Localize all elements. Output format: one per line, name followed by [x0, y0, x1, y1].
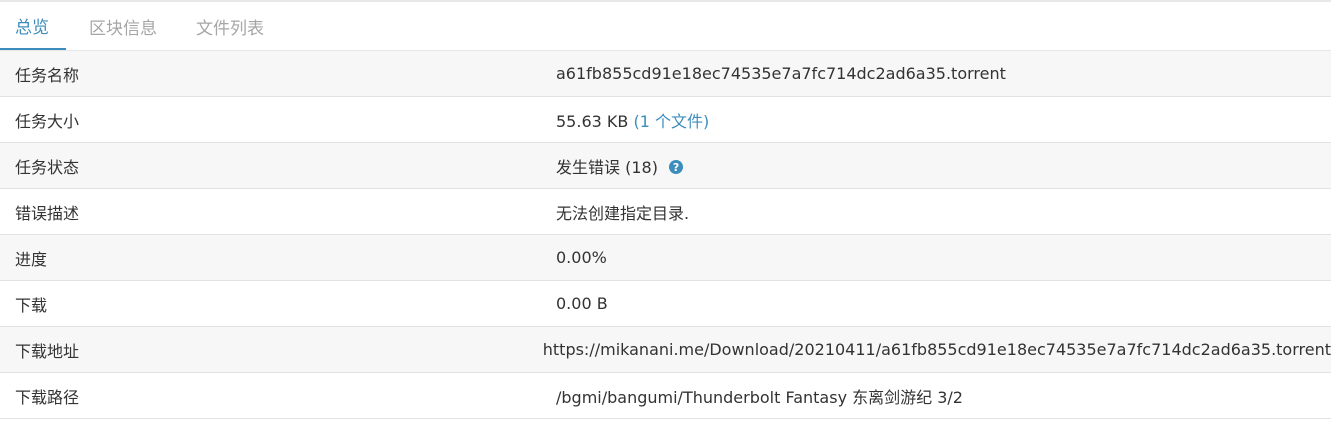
downloaded-label: 下载: [15, 295, 48, 315]
task-status-value: 发生错误 (18): [556, 157, 658, 177]
download-path-label: 下载路径: [15, 387, 80, 407]
downloaded-value: 0.00 B: [556, 294, 608, 313]
download-path-value: /bgmi/bangumi/Thunderbolt Fantasy 东离剑游纪 …: [556, 387, 963, 407]
tab-bar: 总览 区块信息 文件列表: [0, 2, 1331, 51]
task-size-value-container: 55.63 KB (1 个文件): [556, 108, 1331, 132]
row-task-size: 任务大小 55.63 KB (1 个文件): [0, 97, 1331, 143]
row-download-url: 下载地址 https://mikanani.me/Download/202104…: [0, 327, 1331, 373]
row-error-description: 错误描述 无法创建指定目录.: [0, 189, 1331, 235]
file-count-link[interactable]: (1 个文件): [633, 112, 709, 131]
task-name-value: a61fb855cd91e18ec74535e7a7fc714dc2ad6a35…: [556, 64, 1006, 83]
task-size-value: 55.63 KB: [556, 111, 629, 131]
error-description-value: 无法创建指定目录.: [556, 203, 690, 223]
task-status-label: 任务状态: [15, 157, 80, 177]
question-circle-icon[interactable]: ?: [669, 160, 684, 174]
row-progress: 进度 0.00%: [0, 235, 1331, 281]
task-status-value-container: 发生错误 (18) ?: [556, 154, 1331, 178]
task-name-label: 任务名称: [15, 65, 80, 85]
progress-value: 0.00%: [556, 248, 607, 267]
row-downloaded: 下载 0.00 B: [0, 281, 1331, 327]
row-task-status: 任务状态 发生错误 (18) ?: [0, 143, 1331, 189]
download-url-label: 下载地址: [15, 341, 80, 361]
task-details-table: 任务名称 a61fb855cd91e18ec74535e7a7fc714dc2a…: [0, 51, 1331, 419]
task-size-label: 任务大小: [15, 111, 80, 131]
tab-file-list[interactable]: 文件列表: [177, 2, 279, 50]
download-url-value: https://mikanani.me/Download/20210411/a6…: [542, 340, 1331, 359]
tab-block-info[interactable]: 区块信息: [67, 2, 176, 50]
tab-overview[interactable]: 总览: [0, 2, 66, 50]
error-description-label: 错误描述: [15, 203, 80, 223]
progress-label: 进度: [15, 249, 48, 269]
row-task-name: 任务名称 a61fb855cd91e18ec74535e7a7fc714dc2a…: [0, 51, 1331, 97]
row-download-path: 下载路径 /bgmi/bangumi/Thunderbolt Fantasy 东…: [0, 373, 1331, 419]
